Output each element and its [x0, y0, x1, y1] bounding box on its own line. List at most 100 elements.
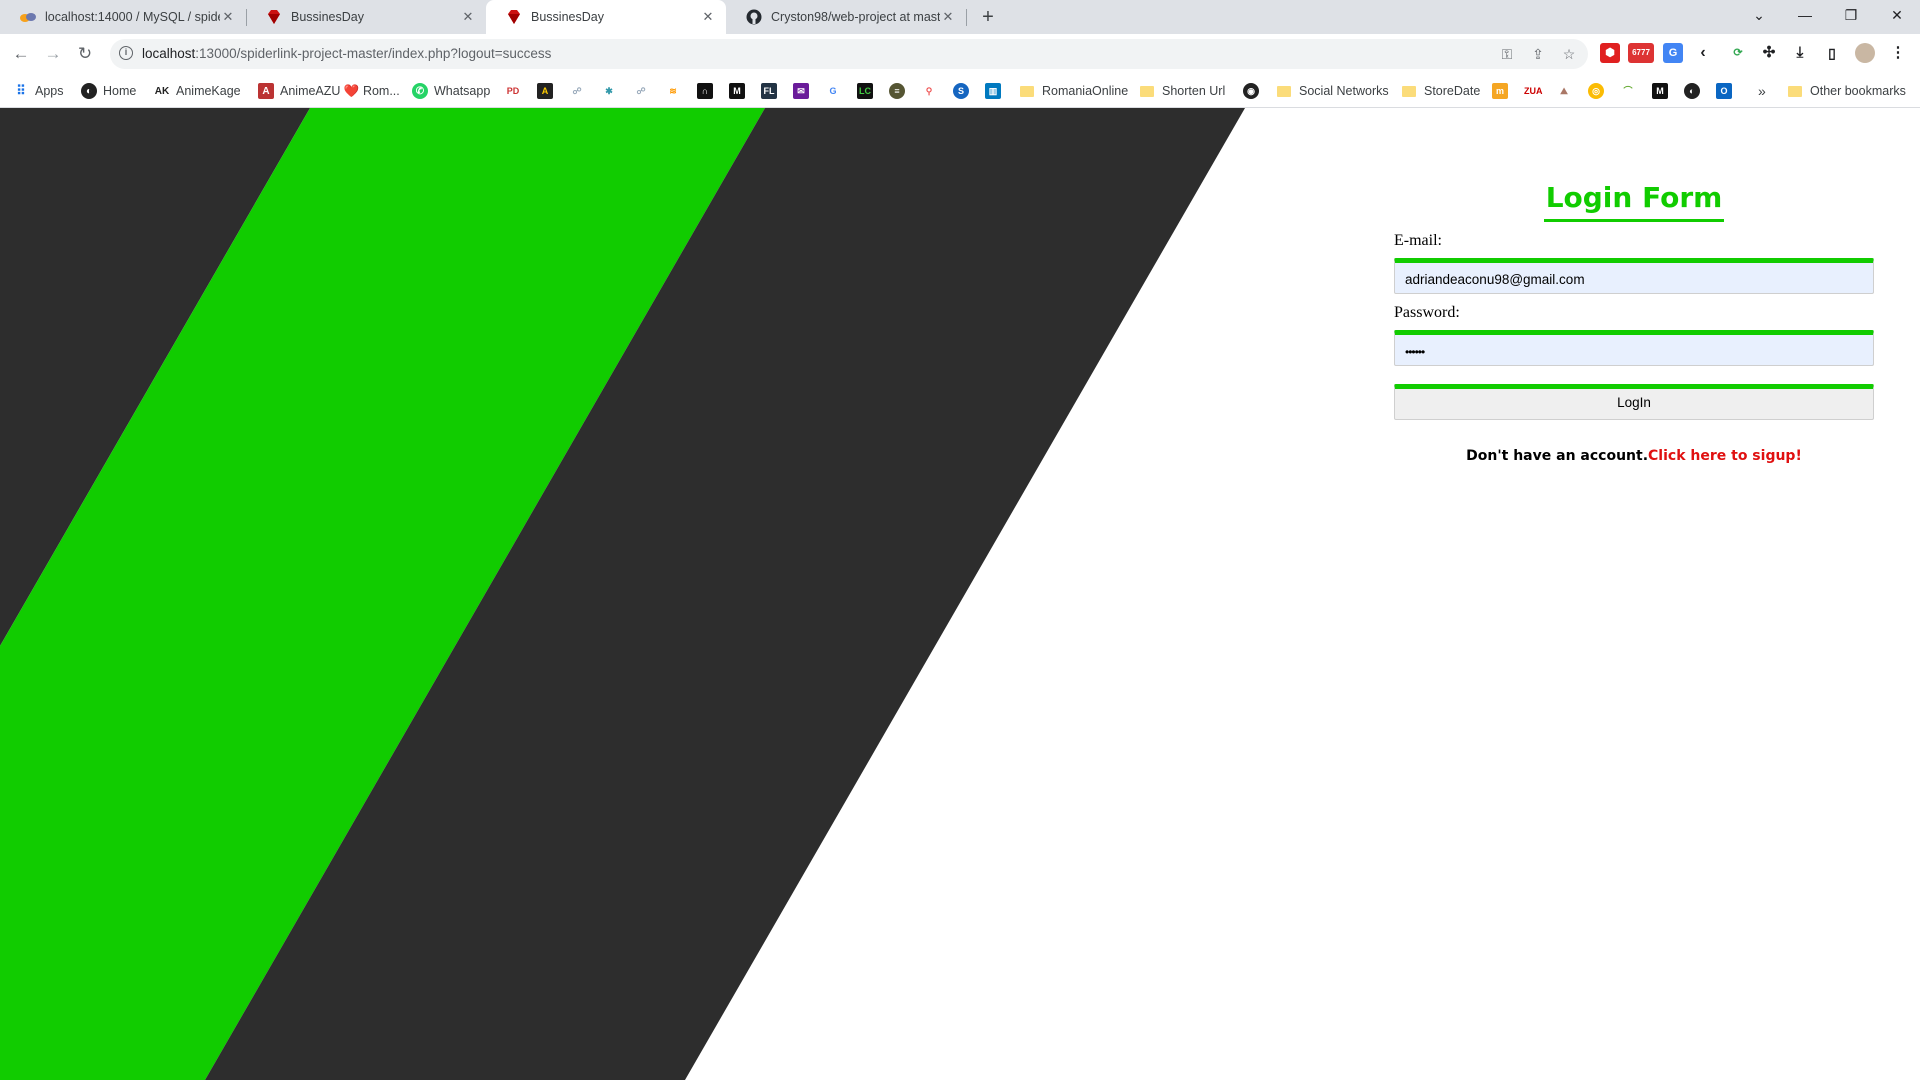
gmail-badge-icon[interactable]: 6777	[1628, 43, 1654, 63]
extension-badge: 6777	[1632, 48, 1650, 57]
bookmark-icon[interactable]: M	[1652, 83, 1668, 99]
tab-bussinesday-active[interactable]: BussinesDay ✕	[486, 0, 726, 34]
bookmark-folder-other[interactable]: Other bookmarks	[1788, 82, 1906, 100]
folder-icon	[1140, 85, 1154, 97]
restore-button[interactable]: ❐	[1828, 0, 1874, 32]
bookmarks-overflow[interactable]: »	[1758, 82, 1766, 100]
bookmark-folder-shorten-url[interactable]: Shorten Url	[1140, 82, 1225, 100]
bookmark-label: Home	[103, 84, 137, 98]
bookmark-home[interactable]: ◐ Home	[81, 82, 136, 100]
bookmark-apps[interactable]: ⠿ Apps	[13, 82, 64, 100]
url-host: localhost	[142, 46, 196, 61]
download-icon[interactable]: ⤓	[1790, 43, 1810, 63]
back-arrow-icon[interactable]: ←	[9, 42, 33, 66]
bookmark-icon[interactable]: FL	[761, 83, 777, 99]
bookmarks-bar: ⠿ Apps ◐ Home AK AnimeKage A AnimeAZU ❤️ Rom…	[0, 75, 1920, 108]
translate-icon[interactable]: G	[825, 83, 841, 99]
tab-phpmyadmin[interactable]: localhost:14000 / MySQL / spider ✕	[0, 0, 246, 34]
bookmark-icon[interactable]: ≋	[665, 83, 681, 99]
bookmark-folder-romaniaonline[interactable]: RomaniaOnline	[1020, 82, 1128, 100]
share-icon[interactable]: ⇪	[1529, 45, 1547, 63]
globe-icon: ◐	[81, 83, 97, 99]
bookmark-icon[interactable]: A	[537, 83, 553, 99]
close-icon[interactable]: ✕	[220, 9, 236, 25]
avatar[interactable]	[1855, 43, 1875, 63]
github-icon	[746, 9, 762, 25]
reload-icon[interactable]: ↻	[73, 42, 97, 66]
tab-github[interactable]: Cryston98/web-project at master ✕	[726, 0, 966, 34]
bookmark-icon[interactable]: ≡	[889, 83, 905, 99]
side-panel-icon[interactable]: ▯	[1822, 43, 1842, 63]
bookmark-icon[interactable]: ZUA	[1524, 83, 1543, 99]
url-text: localhost:13000/spiderlink-project-maste…	[142, 46, 551, 61]
bookmark-label: StoreDate	[1424, 84, 1481, 98]
mail-icon[interactable]: ✉	[793, 83, 809, 99]
tab-title: BussinesDay	[531, 10, 604, 24]
bookmark-icon[interactable]: m	[1492, 83, 1508, 99]
folder-icon	[1277, 85, 1291, 97]
extensions-puzzle-icon[interactable]: ✣	[1759, 43, 1779, 63]
close-window-button[interactable]: ✕	[1874, 0, 1920, 32]
bookmark-label: Whatsapp	[434, 84, 491, 98]
bookmark-folder-storedate[interactable]: StoreDate	[1402, 82, 1480, 100]
translate-icon[interactable]: G	[1663, 43, 1683, 63]
bookmark-icon[interactable]: ✱	[601, 83, 617, 99]
ruby-gem-icon	[266, 9, 282, 25]
bookmark-star-icon[interactable]: ☆	[1560, 45, 1578, 63]
browser-toolbar: ← → ↻ i localhost:13000/spiderlink-proje…	[0, 34, 1920, 75]
login-button[interactable]: LogIn	[1394, 384, 1874, 420]
bookmark-icon[interactable]: ⌒	[1620, 83, 1636, 99]
signup-prompt: Don't have an account.Click here to sigu…	[1394, 448, 1874, 464]
bookmark-label: Apps	[35, 84, 64, 98]
key-icon[interactable]: ⚿	[1498, 45, 1516, 63]
bookmark-label: Social Networks	[1299, 84, 1389, 98]
outlook-icon[interactable]: O	[1716, 83, 1732, 99]
adblock-icon[interactable]: ⬢	[1600, 43, 1620, 63]
bookmark-animeazu[interactable]: A AnimeAZU ❤️ Rom...	[258, 82, 400, 100]
login-form-title: Login Form	[1545, 181, 1723, 214]
minimize-button[interactable]: —	[1782, 0, 1828, 32]
address-bar[interactable]: i localhost:13000/spiderlink-project-mas…	[110, 39, 1588, 69]
bookmark-icon[interactable]: LC	[857, 83, 873, 99]
password-field[interactable]: ••••••	[1394, 330, 1874, 366]
title-underline	[1544, 219, 1724, 222]
chevron-left-icon[interactable]: ‹	[1693, 43, 1713, 63]
email-field[interactable]: adriandeaconu98@gmail.com	[1394, 258, 1874, 294]
bookmark-icon[interactable]: ⛰	[1556, 83, 1572, 99]
apps-grid-icon: ⠿	[16, 83, 26, 98]
email-label: E-mail:	[1394, 232, 1442, 249]
forward-arrow-icon[interactable]: →	[41, 42, 65, 66]
bookmark-icon[interactable]: ∩	[697, 83, 713, 99]
pd-bookmark-icon[interactable]: PD	[505, 83, 521, 99]
tab-search-icon[interactable]: ⌄	[1736, 0, 1782, 32]
bookmark-icon[interactable]: ◎	[1588, 83, 1604, 99]
menu-kebab-icon[interactable]: ⋮	[1888, 43, 1908, 63]
page-viewport: Login Form E-mail: adriandeaconu98@gmail…	[0, 108, 1920, 1080]
close-icon[interactable]: ✕	[940, 9, 956, 25]
tab-title: BussinesDay	[291, 10, 364, 24]
sync-extension-icon[interactable]: ⟳	[1728, 43, 1748, 63]
folder-icon	[1402, 85, 1416, 97]
folder-icon	[1788, 85, 1802, 97]
url-path: :13000/spiderlink-project-master/index.p…	[195, 46, 552, 61]
signup-link[interactable]: Click here to sigup!	[1648, 448, 1802, 464]
site-info-icon[interactable]: i	[119, 46, 133, 60]
tab-title: localhost:14000 / MySQL / spider	[45, 10, 220, 24]
bookmark-icon[interactable]: S	[953, 83, 969, 99]
close-icon[interactable]: ✕	[700, 9, 716, 25]
password-value: ••••••	[1405, 344, 1425, 359]
bookmark-animekage[interactable]: AK AnimeKage	[154, 82, 241, 100]
tab-bussinesday-1[interactable]: BussinesDay ✕	[246, 0, 486, 34]
globe-icon[interactable]: ◐	[1684, 83, 1700, 99]
bookmark-icon[interactable]: M	[729, 83, 745, 99]
bookmark-icon[interactable]: ⚲	[921, 83, 937, 99]
bookmark-icon[interactable]: ◉	[1243, 83, 1259, 99]
trello-icon[interactable]: ▥	[985, 83, 1001, 99]
close-icon[interactable]: ✕	[460, 9, 476, 25]
bookmark-icon[interactable]: ☍	[569, 83, 585, 99]
new-tab-button[interactable]: +	[976, 6, 1000, 28]
bookmark-whatsapp[interactable]: ✆ Whatsapp	[412, 82, 490, 100]
bookmark-folder-social-networks[interactable]: Social Networks	[1277, 82, 1389, 100]
bookmark-icon[interactable]: ☍	[633, 83, 649, 99]
bookmark-label: AnimeKage	[176, 84, 241, 98]
